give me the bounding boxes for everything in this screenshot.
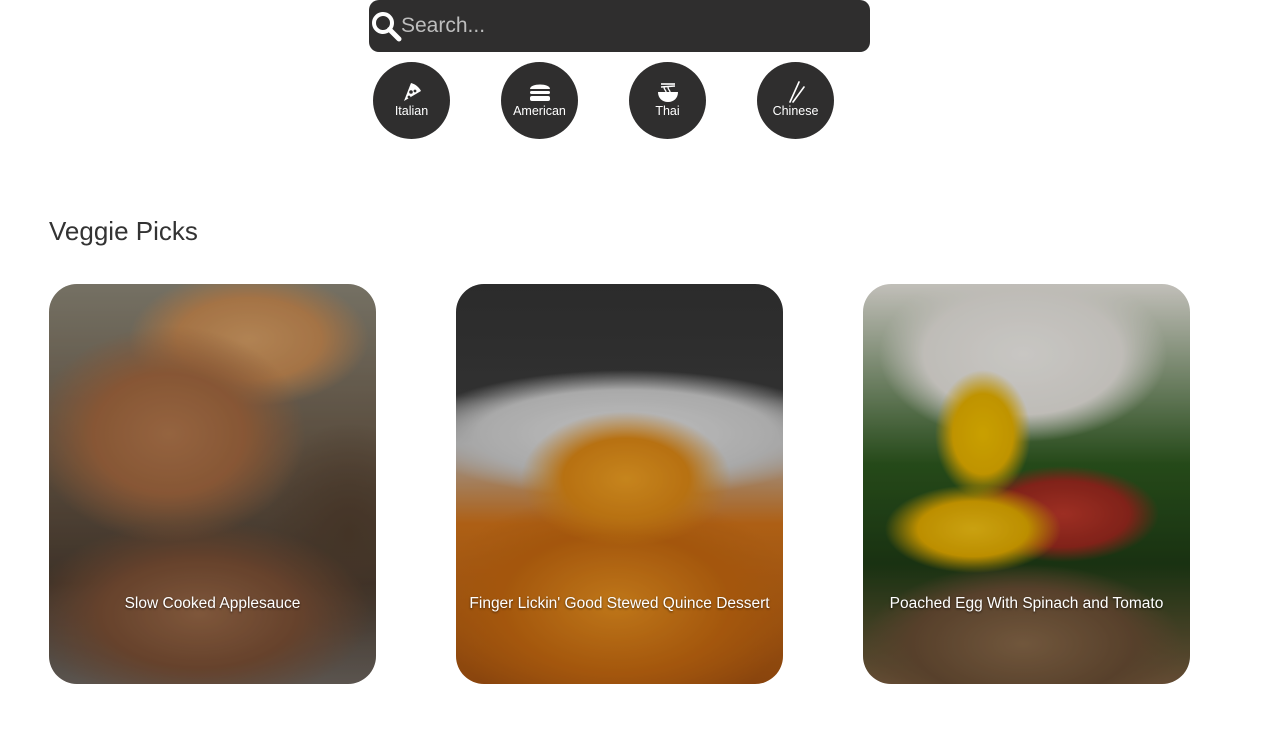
page: Italian American Thai Chinese Veggie Pic… — [0, 0, 1267, 748]
section-title: Veggie Picks — [49, 216, 198, 246]
noodle-bowl-icon — [658, 83, 678, 102]
cuisine-label: American — [513, 104, 566, 118]
cuisine-label: Chinese — [772, 104, 819, 118]
search-icon[interactable] — [369, 9, 403, 43]
cuisine-label: Thai — [655, 104, 680, 118]
search-input[interactable] — [401, 0, 861, 52]
search-bar[interactable] — [369, 0, 870, 52]
chopsticks-icon — [789, 81, 805, 103]
image-overlay — [456, 284, 783, 684]
recipe-title: Finger Lickin' Good Stewed Quince Desser… — [469, 595, 770, 612]
recipe-card-quince[interactable]: Finger Lickin' Good Stewed Quince Desser… — [456, 284, 783, 684]
cuisine-label: Italian — [394, 104, 429, 118]
cuisine-thai-button[interactable]: Thai — [629, 62, 706, 139]
recipe-title: Poached Egg With Spinach and Tomato — [889, 595, 1164, 612]
image-overlay — [49, 284, 376, 684]
cuisine-italian-button[interactable]: Italian — [373, 62, 450, 139]
recipe-card-applesauce[interactable]: Slow Cooked Applesauce — [49, 284, 376, 684]
pizza-icon — [404, 83, 421, 101]
burger-icon — [530, 84, 550, 101]
recipe-card-poached-egg[interactable]: Poached Egg With Spinach and Tomato — [863, 284, 1190, 684]
cuisine-american-button[interactable]: American — [501, 62, 578, 139]
image-overlay — [863, 284, 1190, 684]
cuisine-chinese-button[interactable]: Chinese — [757, 62, 834, 139]
recipe-title: Slow Cooked Applesauce — [124, 595, 301, 612]
